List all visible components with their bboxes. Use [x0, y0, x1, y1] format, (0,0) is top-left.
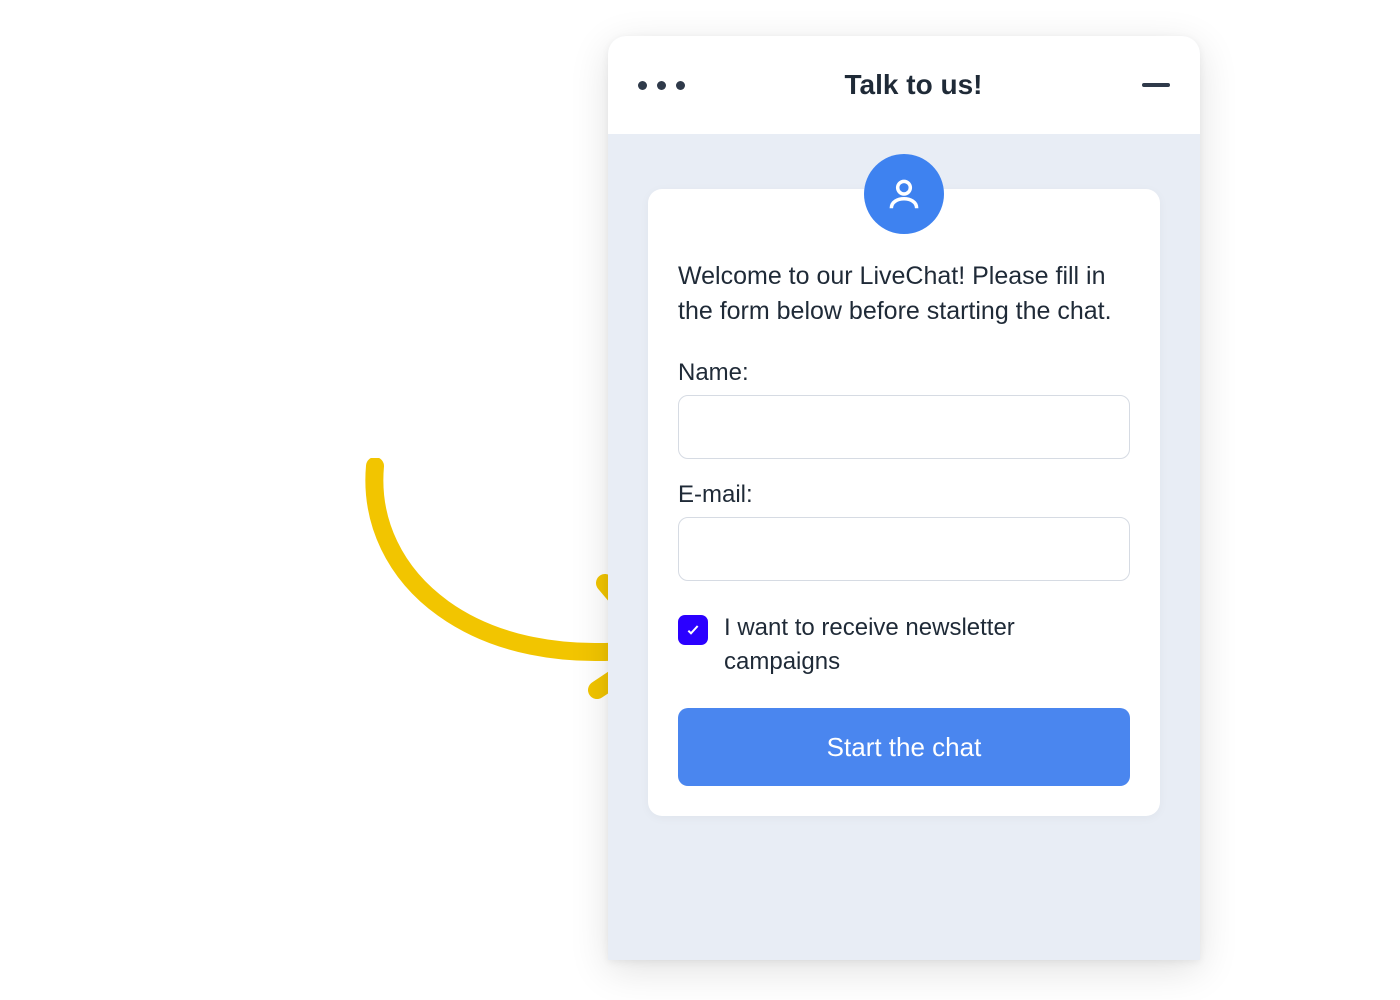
email-label: E-mail: [678, 481, 1130, 509]
email-field-group: E-mail: [678, 481, 1130, 581]
person-icon [885, 175, 923, 213]
chat-body: Welcome to our LiveChat! Please fill in … [608, 134, 1200, 816]
newsletter-checkbox-row[interactable]: I want to receive newsletter campaigns [678, 611, 1130, 678]
more-horizontal-icon[interactable] [638, 81, 685, 90]
welcome-text: Welcome to our LiveChat! Please fill in … [678, 259, 1130, 329]
check-icon [685, 622, 701, 638]
chat-header: Talk to us! [608, 36, 1200, 134]
name-label: Name: [678, 359, 1130, 387]
name-input[interactable] [678, 395, 1130, 459]
newsletter-label: I want to receive newsletter campaigns [724, 611, 1130, 678]
newsletter-checkbox[interactable] [678, 615, 708, 645]
prechat-form: Welcome to our LiveChat! Please fill in … [648, 189, 1160, 816]
name-field-group: Name: [678, 359, 1130, 459]
chat-widget: Talk to us! Welcome to our LiveChat! Ple… [608, 36, 1200, 960]
minimize-icon[interactable] [1142, 83, 1170, 87]
email-input[interactable] [678, 517, 1130, 581]
avatar [864, 154, 944, 234]
start-chat-button[interactable]: Start the chat [678, 708, 1130, 786]
chat-title: Talk to us! [845, 69, 983, 101]
